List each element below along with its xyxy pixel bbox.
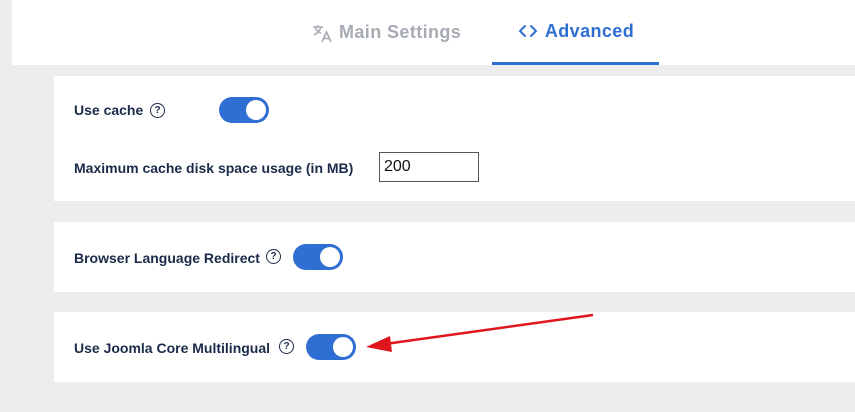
- tab-advanced-label: Advanced: [544, 20, 635, 41]
- use-cache-help-icon[interactable]: ?: [150, 103, 165, 118]
- cache-settings-card: Use cache ? Maximum cache disk space usa…: [54, 76, 855, 201]
- max-cache-input[interactable]: [379, 152, 479, 182]
- translate-icon: [311, 22, 333, 44]
- toggle-knob: [333, 337, 353, 357]
- browser-redirect-toggle[interactable]: [293, 244, 343, 270]
- code-icon: [517, 20, 539, 42]
- tab-main-settings-label: Main Settings: [339, 22, 462, 42]
- joomla-multilingual-card: Use Joomla Core Multilingual ?: [54, 312, 855, 382]
- tab-main-settings[interactable]: Main Settings: [311, 0, 461, 65]
- joomla-multilingual-toggle[interactable]: [306, 334, 356, 360]
- toggle-knob: [246, 100, 266, 120]
- browser-redirect-help-icon[interactable]: ?: [266, 249, 281, 264]
- tab-bar: Main Settings Advanced: [12, 0, 855, 65]
- use-cache-toggle[interactable]: [219, 97, 269, 123]
- browser-redirect-label: Browser Language Redirect: [74, 250, 260, 266]
- tab-advanced[interactable]: Advanced: [492, 0, 659, 65]
- browser-redirect-card: Browser Language Redirect ?: [54, 222, 855, 292]
- max-cache-label: Maximum cache disk space usage (in MB): [74, 160, 354, 176]
- joomla-multilingual-label: Use Joomla Core Multilingual: [74, 340, 271, 356]
- use-cache-label: Use cache: [74, 102, 144, 118]
- toggle-knob: [320, 247, 340, 267]
- joomla-multilingual-help-icon[interactable]: ?: [279, 339, 294, 354]
